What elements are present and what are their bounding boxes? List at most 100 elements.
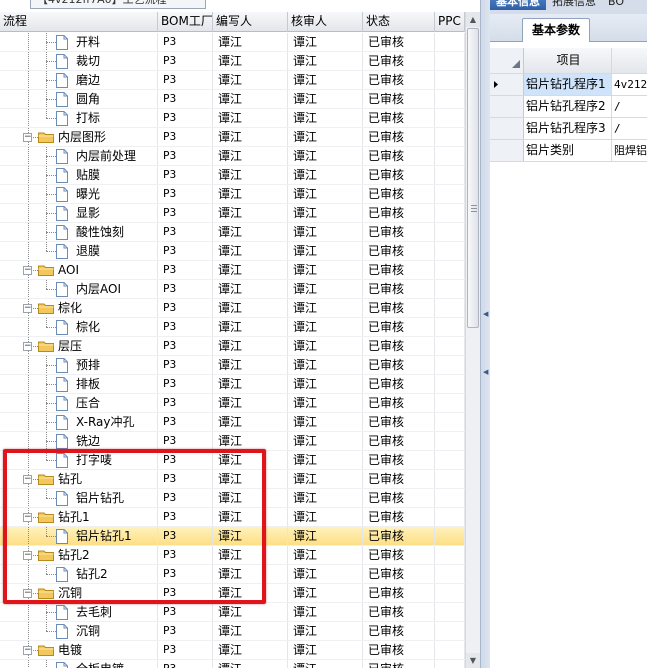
- table-row[interactable]: 酸性蚀刻 P3 谭江 谭江 已审核: [0, 223, 465, 242]
- table-row[interactable]: 预排 P3 谭江 谭江 已审核: [0, 356, 465, 375]
- pane-splitter[interactable]: ◀ ◀: [480, 0, 490, 668]
- params-row[interactable]: 铝片钻孔程序3/: [490, 118, 647, 140]
- table-row[interactable]: 排板 P3 谭江 谭江 已审核: [0, 375, 465, 394]
- table-row[interactable]: − 层压 P3 谭江 谭江 已审核: [0, 337, 465, 356]
- scroll-down-icon[interactable]: ▼: [466, 653, 480, 668]
- table-row[interactable]: 退膜 P3 谭江 谭江 已审核: [0, 242, 465, 261]
- tab-extended-info[interactable]: 拓展信息: [546, 0, 602, 10]
- param-value[interactable]: 阻焊铝: [612, 140, 647, 161]
- table-row[interactable]: 钻孔2 P3 谭江 谭江 已审核: [0, 565, 465, 584]
- status-cell: 已审核: [363, 52, 435, 70]
- scroll-up-icon[interactable]: ▲: [466, 12, 480, 27]
- expander-minus-icon[interactable]: −: [23, 551, 32, 560]
- reviewer-cell: 谭江: [288, 204, 363, 222]
- tree-cell: 贴膜: [0, 166, 158, 184]
- writer-cell: 谭江: [213, 90, 288, 108]
- row-indicator[interactable]: [490, 96, 524, 117]
- table-row[interactable]: 打标 P3 谭江 谭江 已审核: [0, 109, 465, 128]
- table-row[interactable]: 内层前处理 P3 谭江 谭江 已审核: [0, 147, 465, 166]
- writer-cell: 谭江: [213, 166, 288, 184]
- status-cell: 已审核: [363, 394, 435, 412]
- tree-cell: − 钻孔1: [0, 508, 158, 526]
- reviewer-cell: 谭江: [288, 261, 363, 279]
- row-indicator[interactable]: [490, 74, 524, 95]
- tab-bo[interactable]: BO: [602, 0, 630, 10]
- table-row[interactable]: X-Ray冲孔 P3 谭江 谭江 已审核: [0, 413, 465, 432]
- table-row[interactable]: 裁切 P3 谭江 谭江 已审核: [0, 52, 465, 71]
- params-row[interactable]: 铝片类别 阻焊铝: [490, 140, 647, 162]
- table-row[interactable]: 铣边 P3 谭江 谭江 已审核: [0, 432, 465, 451]
- reviewer-cell: 谭江: [288, 489, 363, 507]
- writer-cell: 谭江: [213, 204, 288, 222]
- param-value[interactable]: 4v212y: [612, 74, 647, 95]
- column-header-ppc[interactable]: PPC: [435, 12, 465, 32]
- params-table-header: 项目: [490, 48, 647, 74]
- table-row[interactable]: − 电镀 P3 谭江 谭江 已审核: [0, 641, 465, 660]
- expander-minus-icon[interactable]: −: [23, 475, 32, 484]
- vertical-scrollbar[interactable]: ▲ ▼: [465, 12, 480, 668]
- row-indicator[interactable]: [490, 118, 524, 139]
- table-row[interactable]: − 钻孔 P3 谭江 谭江 已审核: [0, 470, 465, 489]
- table-row[interactable]: − 钻孔1 P3 谭江 谭江 已审核: [0, 508, 465, 527]
- expander-minus-icon[interactable]: −: [23, 304, 32, 313]
- tab-basic-params[interactable]: 基本参数: [522, 18, 590, 42]
- params-row[interactable]: 铝片钻孔程序2/: [490, 96, 647, 118]
- table-row[interactable]: − 内层图形 P3 谭江 谭江 已审核: [0, 128, 465, 147]
- file-icon: [56, 358, 68, 373]
- table-row[interactable]: − 钻孔2 P3 谭江 谭江 已审核: [0, 546, 465, 565]
- table-row[interactable]: 去毛刺 P3 谭江 谭江 已审核: [0, 603, 465, 622]
- expander-minus-icon[interactable]: −: [23, 646, 32, 655]
- ppc-cell: [435, 90, 465, 108]
- param-value[interactable]: /: [612, 118, 647, 139]
- table-row[interactable]: 圆角 P3 谭江 谭江 已审核: [0, 90, 465, 109]
- table-row[interactable]: 打字唛 P3 谭江 谭江 已审核: [0, 451, 465, 470]
- expander-minus-icon[interactable]: −: [23, 342, 32, 351]
- tree-cell: − 层压: [0, 337, 158, 355]
- ppc-cell: [435, 223, 465, 241]
- document-tab[interactable]: 【4v212ff7A0】工艺流程: [30, 0, 206, 9]
- table-row[interactable]: 曝光 P3 谭江 谭江 已审核: [0, 185, 465, 204]
- file-icon: [56, 244, 68, 259]
- table-row[interactable]: 磨边 P3 谭江 谭江 已审核: [0, 71, 465, 90]
- table-row[interactable]: 内层AOI P3 谭江 谭江 已审核: [0, 280, 465, 299]
- scrollbar-thumb[interactable]: [467, 28, 479, 328]
- row-indicator[interactable]: [490, 140, 524, 161]
- expander-minus-icon[interactable]: −: [23, 266, 32, 275]
- table-row[interactable]: 铝片钻孔 P3 谭江 谭江 已审核: [0, 489, 465, 508]
- splitter-arrow-icon[interactable]: ◀: [483, 368, 488, 376]
- tree-cell: − 沉铜: [0, 584, 158, 602]
- column-header-bom-factory[interactable]: BOM工厂: [158, 12, 213, 32]
- bom-factory-cell: P3: [158, 451, 213, 469]
- sort-corner-icon: [512, 60, 520, 68]
- table-row[interactable]: − 沉铜 P3 谭江 谭江 已审核: [0, 584, 465, 603]
- ppc-cell: [435, 641, 465, 659]
- table-row[interactable]: 开料 P3 谭江 谭江 已审核: [0, 33, 465, 52]
- folder-icon: [38, 550, 54, 561]
- splitter-arrow-icon[interactable]: ◀: [483, 310, 488, 318]
- reviewer-cell: 谭江: [288, 584, 363, 602]
- table-row[interactable]: 全板电镀P3谭江谭江已审核: [0, 660, 465, 668]
- table-row[interactable]: 棕化 P3 谭江 谭江 已审核: [0, 318, 465, 337]
- params-header-item: 项目: [524, 48, 612, 73]
- table-row[interactable]: − 棕化 P3 谭江 谭江 已审核: [0, 299, 465, 318]
- column-header-writer[interactable]: 编写人: [213, 12, 288, 32]
- column-header-reviewer[interactable]: 核审人: [288, 12, 363, 32]
- expander-minus-icon[interactable]: −: [23, 133, 32, 142]
- params-row[interactable]: 铝片钻孔程序14v212y: [490, 74, 647, 96]
- column-header-process[interactable]: 流程: [0, 12, 158, 32]
- param-value[interactable]: /: [612, 96, 647, 117]
- table-row[interactable]: − AOI P3 谭江 谭江 已审核: [0, 261, 465, 280]
- writer-cell: 谭江: [213, 128, 288, 146]
- expander-minus-icon[interactable]: −: [23, 589, 32, 598]
- table-row[interactable]: 沉铜 P3 谭江 谭江 已审核: [0, 622, 465, 641]
- tab-basic-info[interactable]: 基本信息: [490, 0, 546, 10]
- expander-minus-icon[interactable]: −: [23, 513, 32, 522]
- table-row[interactable]: 贴膜 P3 谭江 谭江 已审核: [0, 166, 465, 185]
- file-icon: [56, 567, 68, 582]
- reviewer-cell: 谭江: [288, 147, 363, 165]
- table-row[interactable]: 铝片钻孔1 P3 谭江 谭江 已审核: [0, 527, 465, 546]
- table-row[interactable]: 压合 P3 谭江 谭江 已审核: [0, 394, 465, 413]
- table-row[interactable]: 显影 P3 谭江 谭江 已审核: [0, 204, 465, 223]
- column-header-status[interactable]: 状态: [363, 12, 435, 32]
- status-cell: 已审核: [363, 527, 435, 545]
